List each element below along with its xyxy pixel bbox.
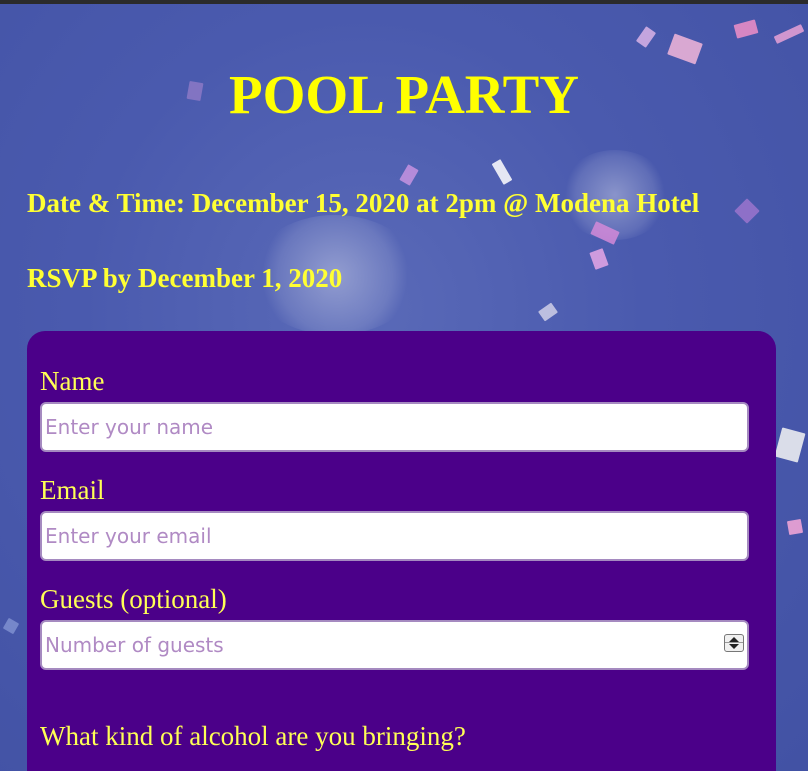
confetti-piece (589, 248, 609, 270)
confetti-piece (733, 19, 759, 39)
number-spinner-icon[interactable] (724, 634, 744, 652)
page-title: POOL PARTY (229, 64, 579, 125)
guests-label: Guests (optional) (40, 584, 227, 614)
rsvp-form: Name Email Guests (optional) What kind o… (27, 331, 776, 771)
name-label: Name (40, 366, 105, 396)
confetti-piece (538, 302, 558, 322)
rsvp-deadline: RSVP by December 1, 2020 (27, 263, 343, 293)
email-input[interactable] (40, 511, 749, 561)
confetti-piece (786, 518, 804, 536)
alcohol-question: What kind of alcohol are you bringing? (40, 721, 466, 751)
name-input[interactable] (40, 402, 749, 452)
confetti-piece (667, 33, 703, 65)
confetti-piece (399, 164, 419, 186)
guests-input[interactable] (40, 620, 749, 670)
confetti-piece (635, 26, 657, 48)
email-label: Email (40, 475, 105, 505)
spinner-divider (725, 642, 743, 643)
confetti-piece (491, 159, 513, 185)
confetti-piece (734, 198, 760, 224)
confetti-piece (2, 617, 20, 635)
confetti-piece (773, 24, 805, 44)
confetti-piece (774, 427, 806, 463)
spinner-down-icon[interactable] (729, 644, 739, 649)
guests-field (40, 620, 749, 670)
window-top-bar (0, 0, 808, 4)
event-date-time: Date & Time: December 15, 2020 at 2pm @ … (27, 188, 700, 218)
